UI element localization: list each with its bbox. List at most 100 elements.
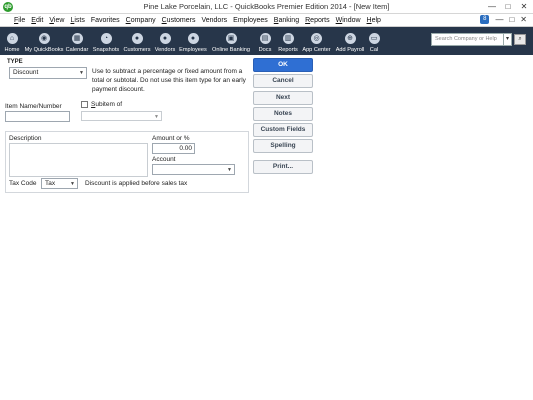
employees-icon: ● bbox=[187, 33, 199, 44]
menu-reports-label: eports bbox=[310, 16, 330, 24]
child-minimize-button[interactable]: — bbox=[495, 15, 503, 24]
child-restore-button[interactable]: □ bbox=[509, 15, 514, 24]
tax-code-label: Tax Code bbox=[9, 180, 37, 187]
notification-badge[interactable]: 8 bbox=[480, 15, 490, 24]
iconbar-calendar[interactable]: ▦ Calendar bbox=[64, 27, 90, 55]
my-quickbooks-icon: ◉ bbox=[38, 33, 50, 44]
menu-company[interactable]: Company bbox=[126, 17, 156, 24]
menu-employees-label: Employees bbox=[233, 16, 268, 24]
iconbar-label: Vendors bbox=[154, 47, 176, 53]
app-center-icon: ◎ bbox=[311, 33, 322, 44]
snapshots-icon: ◔ bbox=[100, 33, 112, 44]
subitem-checkbox[interactable] bbox=[81, 101, 88, 108]
chevron-down-icon: ▼ bbox=[70, 181, 75, 187]
iconbar-add-payroll[interactable]: ⊕ Add Payroll bbox=[333, 27, 367, 55]
ok-button[interactable]: OK bbox=[253, 58, 313, 72]
customers-icon: ● bbox=[131, 33, 143, 44]
amount-input[interactable]: 0.00 bbox=[152, 143, 195, 154]
menu-vendors-label: Vendors bbox=[201, 16, 228, 24]
menu-banking-label: anking bbox=[278, 16, 300, 24]
docs-icon: ▤ bbox=[259, 33, 271, 44]
menu-favorites[interactable]: Favorites bbox=[91, 17, 120, 24]
menu-favorites-label: Favorites bbox=[90, 16, 120, 24]
subitem-label-text: ubitem of bbox=[95, 101, 123, 108]
next-button[interactable]: Next bbox=[253, 91, 313, 105]
print-button[interactable]: Print... bbox=[253, 160, 313, 174]
chevron-down-icon: ▼ bbox=[79, 70, 84, 76]
cancel-button[interactable]: Cancel bbox=[253, 74, 313, 88]
iconbar-label: Docs bbox=[258, 47, 272, 53]
amount-label: Amount or % bbox=[152, 135, 190, 142]
menu-bar: File Edit View Lists Favorites Company C… bbox=[0, 14, 533, 27]
description-label: Description bbox=[9, 135, 42, 142]
iconbar-online-banking[interactable]: ▣ Online Banking bbox=[208, 27, 254, 55]
account-dropdown[interactable]: ▼ bbox=[152, 164, 235, 175]
iconbar-my-quickbooks[interactable]: ◉ My QuickBooks bbox=[24, 27, 64, 55]
menu-file[interactable]: File bbox=[14, 17, 25, 24]
chevron-down-icon: ▼ bbox=[154, 114, 159, 120]
iconbar-reports[interactable]: ▥ Reports bbox=[276, 27, 300, 55]
vendors-icon: ● bbox=[159, 33, 171, 44]
menu-edit-label: dit bbox=[35, 16, 44, 24]
notes-button[interactable]: Notes bbox=[253, 107, 313, 121]
tax-code-value: Tax bbox=[45, 180, 56, 187]
minimize-button[interactable]: — bbox=[487, 1, 497, 12]
menu-vendors[interactable]: Vendors bbox=[201, 17, 227, 24]
description-textarea[interactable] bbox=[9, 143, 148, 177]
close-button[interactable]: ✕ bbox=[519, 1, 529, 12]
iconbar-label: Employees bbox=[179, 47, 207, 53]
menu-employees[interactable]: Employees bbox=[233, 17, 268, 24]
iconbar-customers[interactable]: ● Customers bbox=[122, 27, 152, 55]
iconbar-vendors[interactable]: ● Vendors bbox=[152, 27, 178, 55]
menu-customers[interactable]: Customers bbox=[162, 17, 196, 24]
menu-help-label: elp bbox=[371, 16, 381, 24]
iconbar-docs[interactable]: ▤ Docs bbox=[254, 27, 276, 55]
home-icon: ⌂ bbox=[6, 33, 18, 44]
child-close-button[interactable]: ✕ bbox=[520, 15, 527, 24]
chevron-down-icon: ▼ bbox=[227, 167, 232, 173]
iconbar-label: Calendar bbox=[65, 47, 89, 53]
reports-icon: ▥ bbox=[282, 33, 294, 44]
tax-note: Discount is applied before sales tax bbox=[85, 180, 188, 187]
type-heading: TYPE bbox=[7, 59, 23, 65]
iconbar-app-center[interactable]: ◎ App Center bbox=[300, 27, 333, 55]
iconbar-label: App Center bbox=[302, 47, 331, 53]
menu-edit[interactable]: Edit bbox=[31, 17, 43, 24]
menu-banking[interactable]: Banking bbox=[274, 17, 299, 24]
iconbar-label: Online Banking bbox=[212, 47, 250, 53]
window-controls: — □ ✕ bbox=[487, 1, 529, 12]
type-dropdown[interactable]: Discount ▼ bbox=[9, 67, 87, 79]
iconbar-label: Reports bbox=[278, 47, 298, 53]
item-name-input[interactable] bbox=[5, 111, 70, 122]
iconbar-employees[interactable]: ● Employees bbox=[178, 27, 208, 55]
iconbar-snapshots[interactable]: ◔ Snapshots bbox=[90, 27, 122, 55]
type-description: Use to subtract a percentage or fixed am… bbox=[92, 68, 246, 93]
iconbar-cal[interactable]: ▭ Cal bbox=[367, 27, 381, 55]
iconbar-label: Cal bbox=[369, 47, 379, 53]
menu-reports[interactable]: Reports bbox=[305, 17, 330, 24]
search-input[interactable]: Search Company or Help bbox=[431, 33, 511, 46]
iconbar-label: My QuickBooks bbox=[24, 47, 64, 53]
menu-lists[interactable]: Lists bbox=[70, 17, 84, 24]
menu-help[interactable]: Help bbox=[367, 17, 381, 24]
add-payroll-icon: ⊕ bbox=[344, 33, 356, 44]
search-icon[interactable]: ⌕ bbox=[514, 34, 526, 45]
custom-fields-button[interactable]: Custom Fields bbox=[253, 123, 313, 137]
search-scope-dropdown[interactable]: ▾ bbox=[503, 33, 512, 46]
spelling-button[interactable]: Spelling bbox=[253, 139, 313, 153]
iconbar-label: Snapshots bbox=[92, 47, 120, 53]
online-banking-icon: ▣ bbox=[225, 33, 237, 44]
menu-window-label: indow bbox=[342, 16, 361, 24]
iconbar-label: Home bbox=[4, 47, 20, 53]
credit-card-icon: ▭ bbox=[368, 33, 380, 44]
account-label: Account bbox=[152, 156, 176, 163]
subitem-dropdown[interactable]: ▼ bbox=[81, 111, 162, 121]
menu-window[interactable]: Window bbox=[336, 17, 361, 24]
iconbar-label: Add Payroll bbox=[335, 47, 365, 53]
iconbar-home[interactable]: ⌂ Home bbox=[0, 27, 24, 55]
maximize-button[interactable]: □ bbox=[503, 1, 513, 12]
tax-code-dropdown[interactable]: Tax ▼ bbox=[41, 178, 78, 189]
menu-view[interactable]: View bbox=[49, 17, 64, 24]
iconbar-label: Customers bbox=[123, 47, 151, 53]
calendar-icon: ▦ bbox=[71, 33, 83, 44]
